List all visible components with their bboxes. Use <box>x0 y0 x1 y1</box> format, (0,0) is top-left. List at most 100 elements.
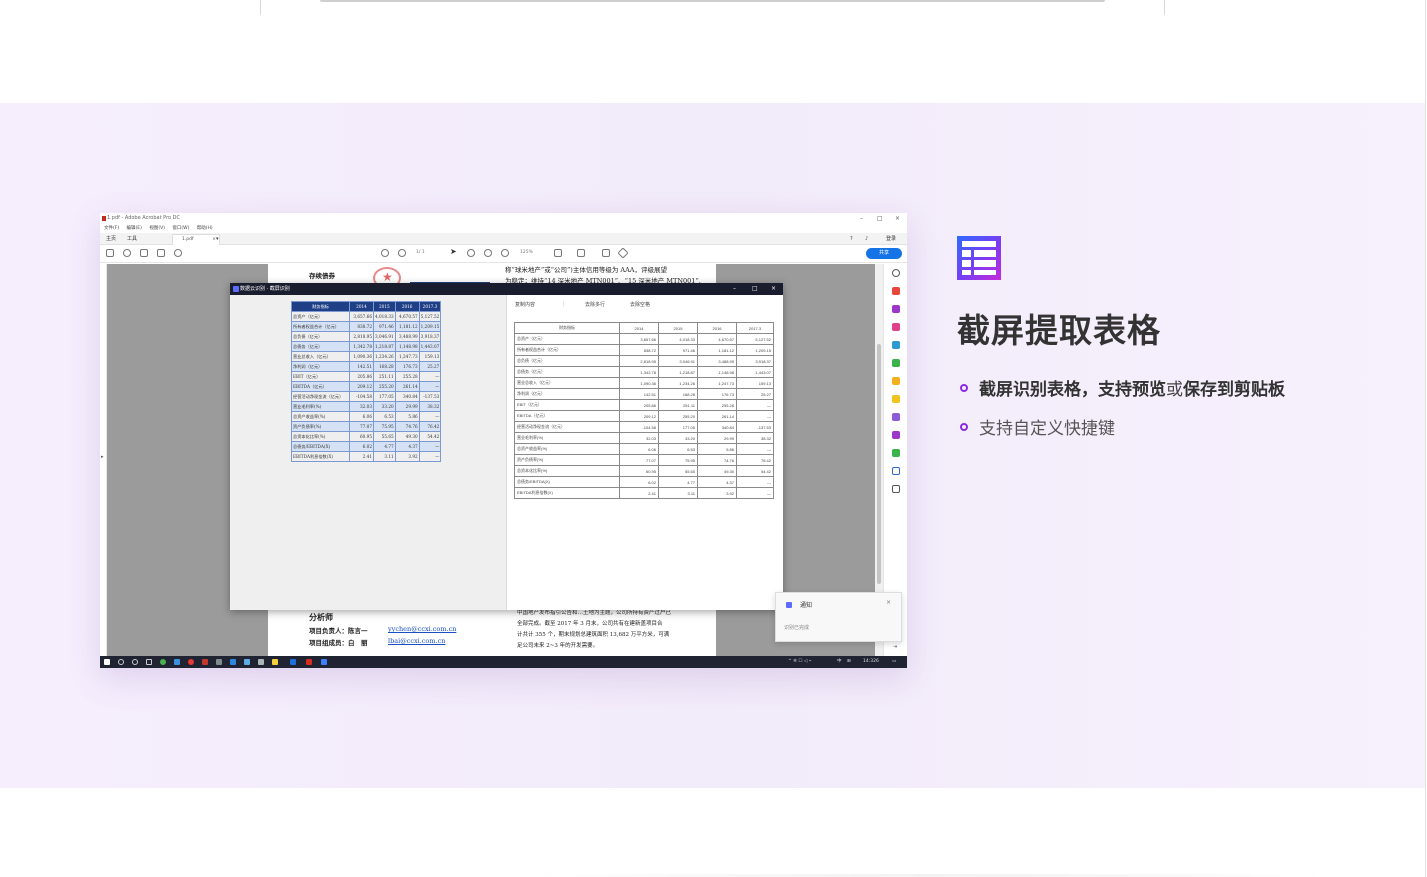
cell[interactable]: 2.41 <box>619 487 659 499</box>
bell-icon[interactable]: ♪ <box>865 233 868 245</box>
cell[interactable]: 76.42 <box>736 454 774 466</box>
cell[interactable]: 4,670.57 <box>697 333 737 345</box>
zoom-tool-icon[interactable] <box>892 269 900 277</box>
remove-spaces-button[interactable]: 去除空格 <box>630 301 650 308</box>
cortana-icon[interactable] <box>132 659 138 665</box>
app-icon[interactable] <box>258 659 264 665</box>
cell[interactable]: 总负债（亿元） <box>514 355 620 367</box>
cell[interactable]: 74.76 <box>697 454 737 466</box>
zoom-in-icon[interactable] <box>501 249 509 257</box>
cell[interactable]: 净利润（亿元） <box>514 388 620 400</box>
cell[interactable]: 75.95 <box>658 454 698 466</box>
task-view-icon[interactable] <box>146 659 152 665</box>
maximize-icon[interactable]: □ <box>752 283 758 295</box>
cell[interactable]: 3,488.99 <box>697 355 737 367</box>
cell[interactable]: EBITDA（亿元） <box>514 410 620 422</box>
stamp-icon[interactable] <box>577 249 585 257</box>
prev-page-icon[interactable] <box>381 249 389 257</box>
help-icon[interactable]: ? <box>850 233 853 245</box>
cell[interactable]: 38.32 <box>736 432 774 444</box>
close-icon[interactable]: × <box>895 213 900 224</box>
ocr-app-taskbar-icon[interactable] <box>321 659 327 665</box>
protect-icon[interactable] <box>892 467 900 475</box>
next-page-icon[interactable] <box>398 249 406 257</box>
close-icon[interactable]: × <box>771 283 776 295</box>
collapse-pane-icon[interactable]: ⇥ <box>893 644 897 650</box>
share-button[interactable]: 共享 <box>866 248 902 259</box>
select-cursor-icon[interactable]: ➤ <box>450 247 458 256</box>
send-sign-icon[interactable] <box>892 431 900 439</box>
cell[interactable]: 255.20 <box>658 410 698 422</box>
cell[interactable]: 60.95 <box>619 465 659 477</box>
chrome-icon[interactable] <box>160 659 166 665</box>
create-pdf-icon[interactable] <box>892 341 900 349</box>
cell[interactable]: — <box>736 399 774 411</box>
merge-rows-button[interactable]: 去除多行 <box>585 301 605 308</box>
cell[interactable]: 3,918.37 <box>736 355 774 367</box>
combine-icon[interactable] <box>892 359 900 367</box>
app-icon[interactable] <box>290 659 296 665</box>
app-icon[interactable] <box>216 659 222 665</box>
fill-sign-icon[interactable] <box>892 377 900 385</box>
cell[interactable]: 经营活动净现金流（亿元） <box>514 421 620 433</box>
search-icon[interactable] <box>174 249 182 257</box>
cell[interactable]: 261.14 <box>697 410 737 422</box>
new-tab-icon[interactable]: ▾ <box>216 233 219 245</box>
menu-file[interactable]: 文件(F) <box>104 226 119 231</box>
header-cell[interactable]: 2015 <box>658 322 698 334</box>
app-icon[interactable] <box>230 659 236 665</box>
zoom-out-icon[interactable] <box>484 249 492 257</box>
cell[interactable]: 3.92 <box>697 487 737 499</box>
cell[interactable]: 209.12 <box>619 410 659 422</box>
cell[interactable]: 255.28 <box>697 399 737 411</box>
cell[interactable]: 1,234.26 <box>658 377 698 389</box>
start-icon[interactable] <box>104 659 110 665</box>
cell[interactable]: 77.07 <box>619 454 659 466</box>
tray-icons[interactable]: ^ ✲ ☐ ◁ ⌁ <box>788 656 811 668</box>
cell[interactable]: — <box>736 443 774 455</box>
cell[interactable]: 资产负债率(%) <box>514 454 620 466</box>
header-cell[interactable]: 财务指标 <box>514 322 620 334</box>
cell[interactable]: 总债务/EBITDA(X) <box>514 476 620 488</box>
pdf-email-link[interactable]: lbai@ccxi.com.cn <box>388 637 445 645</box>
edge-icon[interactable] <box>174 659 180 665</box>
cell[interactable]: 所有者权益合计（亿元） <box>514 344 620 356</box>
cell[interactable]: 1,443.07 <box>736 366 774 378</box>
page-indicator[interactable]: 1/ 1 <box>416 250 425 255</box>
zoom-level[interactable]: 125% <box>520 250 533 255</box>
menu-view[interactable]: 视图(V) <box>149 226 165 231</box>
cell[interactable]: 5.86 <box>697 443 737 455</box>
cell[interactable]: 971.46 <box>658 344 698 356</box>
cell[interactable]: 49.30 <box>697 465 737 477</box>
print-icon[interactable] <box>140 249 148 257</box>
organize-icon[interactable] <box>892 305 900 313</box>
copy-content-button[interactable]: 复制内容 <box>515 301 535 308</box>
cell[interactable]: 1,247.73 <box>697 377 737 389</box>
search-icon[interactable] <box>118 659 124 665</box>
keyboard-icon[interactable]: ⊞ <box>847 656 851 668</box>
cell[interactable]: 168.28 <box>658 388 698 400</box>
cell[interactable]: -137.53 <box>736 421 774 433</box>
cell[interactable]: EBIT（亿元） <box>514 399 620 411</box>
notification-icon[interactable]: ▭ <box>892 656 896 668</box>
header-cell[interactable]: 2017.3 <box>736 322 774 334</box>
cell[interactable]: 54.42 <box>736 465 774 477</box>
tab-document[interactable]: 1.pdf × <box>172 234 220 245</box>
app-icon[interactable] <box>202 659 208 665</box>
cell[interactable]: — <box>736 410 774 422</box>
expand-left-icon[interactable]: ▸ <box>101 454 104 460</box>
login-link[interactable]: 登录 <box>886 233 896 245</box>
cell[interactable]: — <box>736 487 774 499</box>
cell[interactable]: 205.86 <box>619 399 659 411</box>
upload-icon[interactable] <box>123 249 131 257</box>
cell[interactable]: 6.53 <box>658 443 698 455</box>
pdf-email-link[interactable]: yychen@ccxi.com.cn <box>388 625 456 633</box>
clock[interactable]: 14:326 <box>863 656 879 668</box>
cell[interactable]: 5,127.52 <box>736 333 774 345</box>
acrobat-taskbar-icon[interactable] <box>306 659 312 665</box>
cell[interactable]: EBITDA利息倍数(X) <box>514 487 620 499</box>
comment-icon[interactable] <box>602 249 610 257</box>
cell[interactable]: 3,657.66 <box>619 333 659 345</box>
cell[interactable]: 总资产（亿元） <box>514 333 620 345</box>
comment-tool-icon[interactable] <box>892 395 900 403</box>
